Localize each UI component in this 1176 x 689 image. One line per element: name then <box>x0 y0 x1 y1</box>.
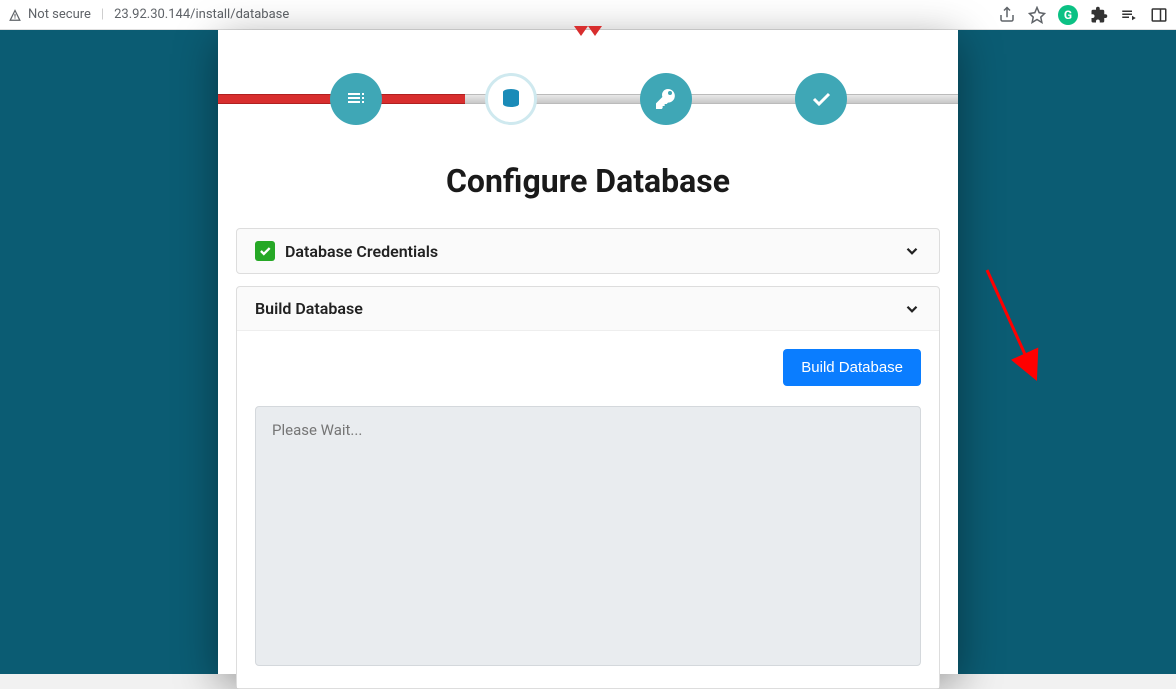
database-icon <box>499 87 523 111</box>
track-segment-pending <box>465 94 958 104</box>
accordion-header-credentials[interactable]: Database Credentials <box>237 229 939 273</box>
grammarly-extension-icon[interactable]: G <box>1058 5 1078 25</box>
check-icon <box>809 87 833 111</box>
logo-icon <box>572 30 604 44</box>
url-separator: | <box>101 7 104 22</box>
step-keys[interactable] <box>640 73 692 125</box>
build-database-button[interactable]: Build Database <box>783 349 921 386</box>
card-header <box>218 30 958 58</box>
step-database[interactable] <box>485 73 537 125</box>
completed-check-icon <box>255 241 275 261</box>
step-requirements[interactable] <box>330 73 382 125</box>
extensions-icon[interactable] <box>1090 6 1108 24</box>
url-text: 23.92.30.144/install/database <box>114 7 289 22</box>
accordion-credentials: Database Credentials <box>236 228 940 274</box>
build-output <box>255 406 921 666</box>
accordion-label-credentials: Database Credentials <box>285 242 438 261</box>
playlist-icon[interactable] <box>1120 6 1138 24</box>
accordion-build: Build Database Build Database <box>236 286 940 689</box>
accordion-header-build[interactable]: Build Database <box>237 287 939 330</box>
bookmark-star-icon[interactable] <box>1028 6 1046 24</box>
step-finish[interactable] <box>795 73 847 125</box>
annotation-arrow-icon <box>977 265 1057 415</box>
list-icon <box>344 87 368 111</box>
accordion-body-build: Build Database <box>237 330 939 688</box>
chevron-down-icon <box>903 242 921 260</box>
security-label: Not secure <box>28 7 91 22</box>
browser-actions: G <box>998 5 1168 25</box>
share-icon[interactable] <box>998 6 1016 24</box>
key-icon <box>654 87 678 111</box>
installer-card: Configure Database Database Credentials <box>218 30 958 674</box>
page-background: Configure Database Database Credentials <box>0 30 1176 674</box>
stepper <box>218 58 958 140</box>
page-title: Configure Database <box>218 162 958 200</box>
browser-url-area[interactable]: Not secure | 23.92.30.144/install/databa… <box>8 7 289 22</box>
chevron-down-icon <box>903 300 921 318</box>
panel-icon[interactable] <box>1150 6 1168 24</box>
not-secure-icon <box>8 8 22 22</box>
accordion-label-build: Build Database <box>255 299 363 318</box>
accordion: Database Credentials Build Da <box>236 228 940 689</box>
